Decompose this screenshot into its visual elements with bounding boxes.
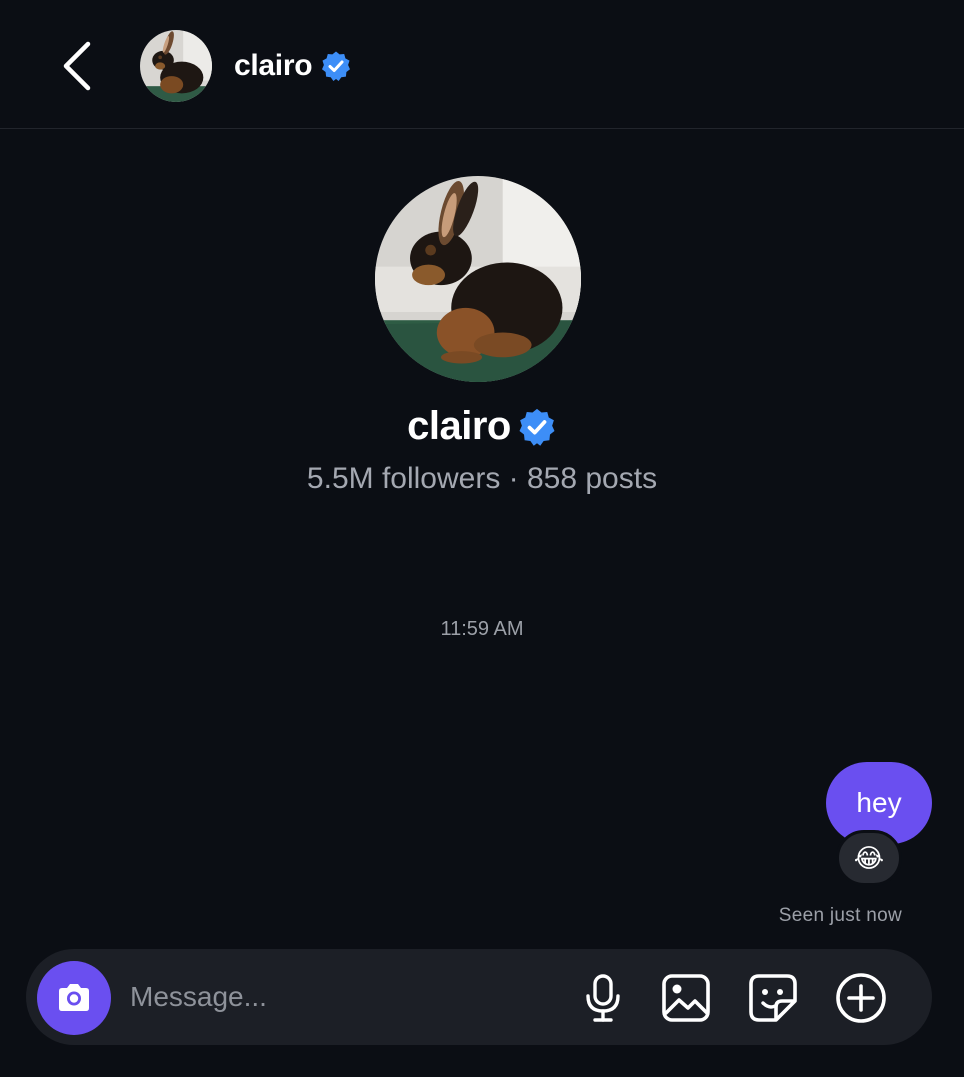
profile-stats: 5.5M followers · 858 posts	[306, 462, 658, 495]
message-composer	[26, 949, 932, 1045]
verified-badge-icon	[517, 407, 557, 447]
chat-header: clairo	[0, 0, 964, 129]
header-username: clairo	[234, 49, 313, 82]
camera-button[interactable]	[37, 961, 111, 1035]
chevron-left-icon	[63, 41, 91, 91]
header-avatar[interactable]	[140, 30, 212, 102]
plus-icon	[836, 973, 886, 1023]
profile-username: clairo	[407, 404, 511, 448]
verified-badge-icon	[320, 50, 352, 82]
sticker-button[interactable]	[746, 971, 800, 1025]
gallery-button[interactable]	[659, 971, 713, 1025]
sticker-icon	[749, 974, 797, 1022]
message-input[interactable]	[130, 975, 550, 1019]
profile-username-row: clairo	[0, 404, 964, 449]
profile-avatar[interactable]	[375, 176, 581, 382]
header-username-link[interactable]: clairo	[234, 44, 352, 88]
rabbit-avatar-image	[140, 30, 212, 102]
rabbit-profile-image	[375, 176, 581, 382]
camera-icon	[59, 984, 89, 1011]
seen-status: Seen just now	[778, 905, 902, 926]
gallery-icon	[662, 974, 710, 1022]
more-options-button[interactable]	[834, 971, 888, 1025]
microphone-icon	[586, 974, 620, 1022]
back-button[interactable]	[52, 38, 102, 94]
laughing-emoji-icon: 😂	[853, 843, 885, 873]
message-timestamp: 11:59 AM	[440, 618, 524, 640]
message-reaction[interactable]: 😂	[836, 830, 902, 886]
voice-message-button[interactable]	[576, 971, 630, 1025]
